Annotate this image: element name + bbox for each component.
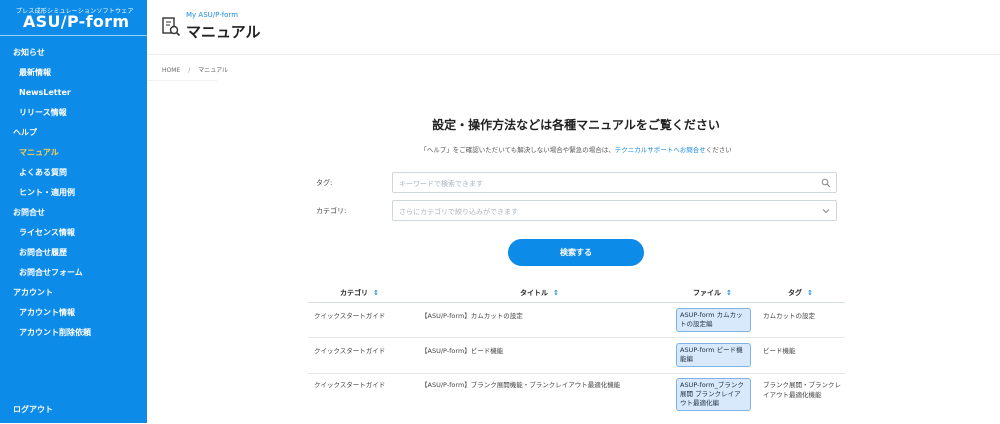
category-placeholder: さらにカテゴリで絞り込みができます bbox=[399, 208, 518, 216]
sort-icon[interactable]: ↕ bbox=[553, 289, 559, 297]
header-label: カテゴリ bbox=[340, 289, 368, 297]
sort-icon[interactable]: ↕ bbox=[373, 289, 379, 297]
help-notice: 「ヘルプ」をご確認いただいても解決しない場合や緊急の場合は、テクニカルサポートへ… bbox=[308, 144, 844, 154]
column-header-title[interactable]: タイトル ↕ bbox=[520, 288, 559, 298]
sidebar-item-newsletter[interactable]: NewsLetter bbox=[0, 83, 147, 103]
file-link[interactable]: ASUP-form_ブランク展開 ブランクレイアウト最適化編 bbox=[676, 378, 751, 411]
column-header-tag[interactable]: タグ ↕ bbox=[788, 288, 813, 298]
breadcrumb-home[interactable]: HOME bbox=[162, 67, 180, 74]
sort-icon[interactable]: ↕ bbox=[726, 289, 732, 297]
table-row[interactable]: クイックスタートガイド 【ASU/P-form】ブランク展開機能・ブランクレイア… bbox=[308, 374, 845, 424]
header-label: タイトル bbox=[520, 289, 548, 297]
main-heading: 設定・操作方法などは各種マニュアルをご覧ください bbox=[432, 118, 720, 132]
sidebar-item-faq[interactable]: よくある質問 bbox=[0, 163, 147, 183]
table-row[interactable]: クイックスタートガイド 【ASU/P-form】ビード機能 ASUP-form … bbox=[308, 338, 845, 374]
category-label: カテゴリ: bbox=[316, 207, 347, 215]
tag-cell: ビード機能 bbox=[763, 347, 796, 355]
category-cell: クイックスタートガイド bbox=[314, 347, 386, 355]
nav-section-account: アカウント bbox=[13, 288, 53, 297]
tag-placeholder: キーワードで検索できます bbox=[399, 180, 483, 188]
page-header: My ASU/P-form マニュアル bbox=[147, 0, 1000, 55]
sidebar-item-manual[interactable]: マニュアル bbox=[0, 143, 147, 163]
search-icon[interactable] bbox=[821, 178, 831, 188]
header-subtitle: My ASU/P-form bbox=[186, 11, 239, 19]
title-cell: 【ASU/P-form】ビード機能 bbox=[421, 347, 504, 355]
breadcrumb-separator: / bbox=[188, 67, 191, 74]
table-row[interactable]: クイックスタートガイド 【ASU/P-form】カムカットの設定 ASUP-fo… bbox=[308, 303, 845, 338]
search-button[interactable]: 検索する bbox=[508, 239, 644, 266]
manual-table: カテゴリ ↕ タイトル ↕ ファイル ↕ タグ ↕ クイックスタートガイド 【ASU/P… bbox=[308, 281, 845, 424]
sidebar-item-latest[interactable]: 最新情報 bbox=[0, 63, 147, 83]
file-link[interactable]: ASUP-form カムカットの設定編 bbox=[676, 308, 751, 332]
tag-label: タグ: bbox=[316, 179, 333, 187]
category-cell: クイックスタートガイド bbox=[314, 381, 386, 389]
breadcrumb: HOME / マニュアル bbox=[162, 65, 228, 74]
sidebar-nav: お知らせ 最新情報 NewsLetter リリース情報 ヘルプ マニュアル よく… bbox=[0, 43, 147, 343]
tech-support-link[interactable]: テクニカルサポートへお問合せ bbox=[615, 146, 706, 154]
breadcrumb-current: マニュアル bbox=[198, 67, 229, 74]
sidebar-item-contact-form[interactable]: お問合せフォーム bbox=[0, 263, 147, 283]
table-header: カテゴリ ↕ タイトル ↕ ファイル ↕ タグ ↕ bbox=[308, 281, 845, 303]
page-title: マニュアル bbox=[186, 23, 261, 41]
file-link[interactable]: ASUP-form ビード機能編 bbox=[676, 343, 751, 367]
column-header-file[interactable]: ファイル ↕ bbox=[693, 288, 732, 298]
logo-divider bbox=[0, 35, 147, 36]
nav-section-news: お知らせ bbox=[13, 48, 45, 57]
sidebar-item-account-info[interactable]: アカウント情報 bbox=[0, 303, 147, 323]
notice-text: 「ヘルプ」をご確認いただいても解決しない場合や緊急の場合は、 bbox=[420, 146, 615, 154]
tag-cell: カムカットの設定 bbox=[763, 312, 815, 320]
category-cell: クイックスタートガイド bbox=[314, 312, 386, 320]
logo[interactable]: ASU/P-form bbox=[23, 12, 129, 31]
title-cell: 【ASU/P-form】ブランク展開機能・ブランクレイアウト最適化機能 bbox=[421, 381, 621, 389]
header-label: タグ bbox=[788, 289, 802, 297]
nav-section-help: ヘルプ bbox=[13, 128, 37, 137]
chevron-down-icon bbox=[822, 209, 830, 214]
sidebar-item-license[interactable]: ライセンス情報 bbox=[0, 223, 147, 243]
sort-icon[interactable]: ↕ bbox=[807, 289, 813, 297]
sidebar-item-account-delete[interactable]: アカウント削除依頼 bbox=[0, 323, 147, 343]
header-label: ファイル bbox=[693, 289, 721, 297]
breadcrumb-divider bbox=[147, 80, 217, 81]
sidebar-item-contact-history[interactable]: お問合せ履歴 bbox=[0, 243, 147, 263]
notice-text-end: ください bbox=[705, 146, 732, 154]
category-select[interactable]: さらにカテゴリで絞り込みができます bbox=[392, 200, 837, 221]
nav-section-contact: お問合せ bbox=[13, 208, 45, 217]
logout-button[interactable]: ログアウト bbox=[13, 404, 53, 415]
tag-search-input[interactable]: キーワードで検索できます bbox=[392, 172, 837, 193]
sidebar-item-release[interactable]: リリース情報 bbox=[0, 103, 147, 123]
manual-search-icon bbox=[162, 17, 181, 37]
tag-cell: ブランク展開・ブランクレイアウト最適化機能 bbox=[763, 381, 841, 399]
column-header-category[interactable]: カテゴリ ↕ bbox=[340, 288, 379, 298]
sidebar: プレス成形シミュレーションソフトウェア ASU/P-form お知らせ 最新情報… bbox=[0, 0, 147, 423]
title-cell: 【ASU/P-form】カムカットの設定 bbox=[421, 312, 523, 320]
sidebar-item-hints[interactable]: ヒント・適用例 bbox=[0, 183, 147, 203]
